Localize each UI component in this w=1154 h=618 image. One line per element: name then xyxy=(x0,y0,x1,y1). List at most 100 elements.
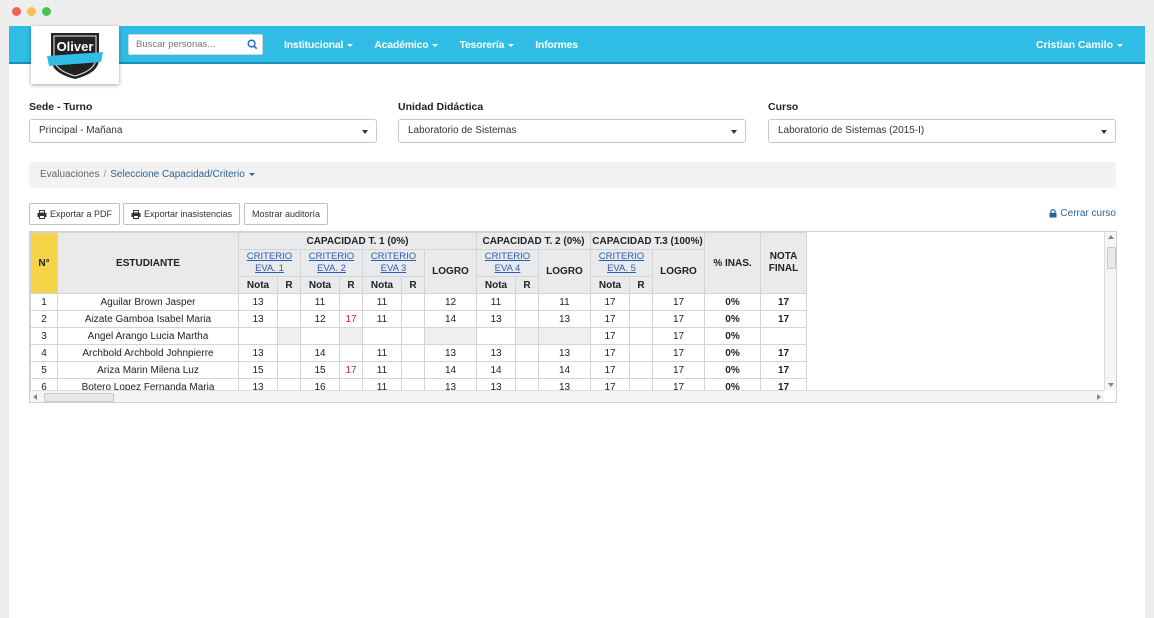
header-criterion-eva1[interactable]: CRITERIO EVA. 1 xyxy=(238,249,301,277)
recovery-cell[interactable]: 17 xyxy=(339,310,363,328)
vertical-scrollbar[interactable] xyxy=(1104,232,1116,390)
capacity-dropdown[interactable]: Seleccione Capacidad/Criterio xyxy=(110,169,255,180)
recovery-cell[interactable] xyxy=(629,293,653,311)
logro-cell: 17 xyxy=(652,327,705,345)
grade-cell[interactable]: 11 xyxy=(362,361,402,379)
header-logro-2: LOGRO xyxy=(538,249,591,294)
grade-cell[interactable]: 17 xyxy=(590,310,630,328)
grade-cell[interactable]: 14 xyxy=(300,344,340,362)
horizontal-scrollbar[interactable] xyxy=(30,390,1104,402)
show-audit-button[interactable]: Mostrar auditoría xyxy=(244,203,329,225)
grade-cell[interactable]: 17 xyxy=(590,361,630,379)
scroll-right-icon[interactable] xyxy=(1097,394,1101,400)
grades-table: N° ESTUDIANTE CAPACIDAD T. 1 (0%) CAPACI… xyxy=(30,232,807,396)
close-dot[interactable] xyxy=(12,7,21,16)
menu-informes[interactable]: Informes xyxy=(535,39,578,51)
recovery-cell[interactable] xyxy=(277,344,301,362)
recovery-cell[interactable] xyxy=(629,344,653,362)
menu-tesoreria[interactable]: Tesorería xyxy=(459,39,515,51)
curso-select[interactable]: Laboratorio de Sistemas (2015-I) xyxy=(768,119,1116,143)
minimize-dot[interactable] xyxy=(27,7,36,16)
recovery-cell[interactable] xyxy=(629,327,653,345)
table-row[interactable]: 5 Ariza Marin Milena Luz 15 15 17 11 14 14 14 17 1… xyxy=(30,361,807,379)
horizontal-scroll-thumb[interactable] xyxy=(44,393,114,402)
recovery-cell[interactable] xyxy=(339,327,363,345)
recovery-cell[interactable] xyxy=(401,361,425,379)
header-criterion-eva4[interactable]: CRITERIO EVA 4 xyxy=(476,249,539,277)
recovery-cell[interactable]: 17 xyxy=(339,361,363,379)
recovery-cell[interactable] xyxy=(515,361,539,379)
export-absences-button[interactable]: Exportar inasistencias xyxy=(123,203,241,225)
recovery-cell[interactable] xyxy=(339,344,363,362)
criterion-word: CRITERIO xyxy=(598,251,645,262)
scroll-left-icon[interactable] xyxy=(33,394,37,400)
recovery-cell[interactable] xyxy=(401,327,425,345)
grade-cell[interactable]: 13 xyxy=(476,310,516,328)
table-row[interactable]: 1 Aguilar Brown Jasper 13 11 11 12 11 11 17 17 0% 1… xyxy=(30,293,807,311)
sede-select[interactable]: Principal - Mañana xyxy=(29,119,377,143)
grade-cell[interactable]: 12 xyxy=(300,310,340,328)
student-name: Angel Arango Lucia Martha xyxy=(57,327,239,345)
grade-cell[interactable] xyxy=(362,327,402,345)
grade-cell[interactable] xyxy=(238,327,278,345)
grade-cell[interactable]: 11 xyxy=(362,344,402,362)
user-name: Cristian Camilo xyxy=(1035,39,1113,51)
final-grade-cell: 17 xyxy=(760,361,807,379)
grade-cell[interactable]: 13 xyxy=(476,344,516,362)
chevron-down-icon xyxy=(347,43,354,47)
scroll-up-icon[interactable] xyxy=(1108,235,1114,239)
recovery-cell[interactable] xyxy=(515,344,539,362)
grade-cell[interactable]: 11 xyxy=(362,310,402,328)
grade-cell[interactable]: 17 xyxy=(590,344,630,362)
close-course-link[interactable]: Cerrar curso xyxy=(1049,208,1116,219)
header-criterion-eva3[interactable]: CRITERIO EVA 3 xyxy=(362,249,425,277)
lock-icon xyxy=(1049,209,1057,218)
grade-cell[interactable] xyxy=(300,327,340,345)
search-input[interactable] xyxy=(129,35,239,54)
grade-cell[interactable]: 11 xyxy=(362,293,402,311)
recovery-cell[interactable] xyxy=(339,293,363,311)
recovery-cell[interactable] xyxy=(629,310,653,328)
maximize-dot[interactable] xyxy=(42,7,51,16)
recovery-cell[interactable] xyxy=(277,327,301,345)
recovery-cell[interactable] xyxy=(515,310,539,328)
grade-cell[interactable]: 17 xyxy=(590,327,630,345)
export-pdf-button[interactable]: Exportar a PDF xyxy=(29,203,121,225)
logo[interactable]: Oliver xyxy=(31,26,119,84)
table-row[interactable]: 4 Archbold Archbold Johnpierre 13 14 11 13 13 1… xyxy=(30,344,807,362)
breadcrumb-root[interactable]: Evaluaciones xyxy=(40,169,99,180)
table-row[interactable]: 3 Angel Arango Lucia Martha 17 17 0% xyxy=(30,327,807,345)
grade-cell[interactable] xyxy=(476,327,516,345)
logro-cell: 13 xyxy=(538,344,591,362)
recovery-cell[interactable] xyxy=(401,310,425,328)
grade-cell[interactable]: 13 xyxy=(238,344,278,362)
unidad-value: Laboratorio de Sistemas xyxy=(408,125,517,136)
recovery-cell[interactable] xyxy=(629,361,653,379)
scroll-down-icon[interactable] xyxy=(1108,383,1114,387)
grade-cell[interactable]: 17 xyxy=(590,293,630,311)
grade-cell[interactable]: 15 xyxy=(238,361,278,379)
recovery-cell[interactable] xyxy=(401,344,425,362)
grade-cell[interactable]: 13 xyxy=(238,310,278,328)
recovery-cell[interactable] xyxy=(277,293,301,311)
recovery-cell[interactable] xyxy=(277,361,301,379)
unidad-select[interactable]: Laboratorio de Sistemas xyxy=(398,119,746,143)
grade-cell[interactable]: 13 xyxy=(238,293,278,311)
header-criterion-eva5[interactable]: CRITERIO EVA. 5 xyxy=(590,249,653,277)
logro-cell: 17 xyxy=(652,344,705,362)
recovery-cell[interactable] xyxy=(515,293,539,311)
recovery-cell[interactable] xyxy=(515,327,539,345)
grade-cell[interactable]: 15 xyxy=(300,361,340,379)
grade-cell[interactable]: 11 xyxy=(476,293,516,311)
grade-cell[interactable]: 11 xyxy=(300,293,340,311)
header-criterion-eva2[interactable]: CRITERIO EVA. 2 xyxy=(300,249,363,277)
menu-academico[interactable]: Académico xyxy=(374,39,439,51)
recovery-cell[interactable] xyxy=(401,293,425,311)
recovery-cell[interactable] xyxy=(277,310,301,328)
menu-institucional[interactable]: Institucional xyxy=(284,39,354,51)
user-menu[interactable]: Cristian Camilo xyxy=(1036,26,1123,64)
grade-cell[interactable]: 14 xyxy=(476,361,516,379)
vertical-scroll-thumb[interactable] xyxy=(1107,247,1116,269)
search-icon[interactable] xyxy=(246,38,259,51)
table-row[interactable]: 2 Aizate Gamboa Isabel Maria 13 12 17 11 14 13 1… xyxy=(30,310,807,328)
